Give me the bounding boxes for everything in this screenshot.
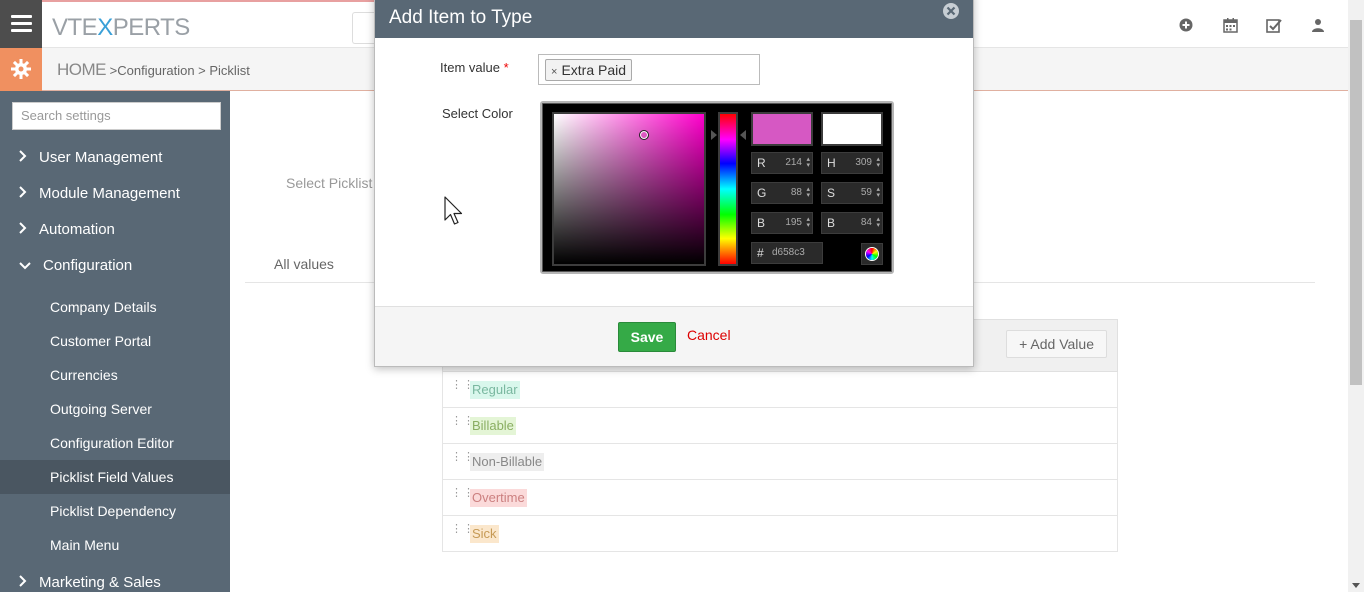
- table-row[interactable]: ⋮⋮ Billable: [442, 408, 1118, 444]
- color-picker: R 214 ▴ ▾ H 309 ▴ ▾ G 88 ▴ ▾ S 59 ▴ ▾ B 195 ▴ ▾ B 84 ▴ ▾ #…: [540, 101, 894, 274]
- sidebar-subitem-outgoing-server[interactable]: Outgoing Server: [0, 392, 230, 426]
- sidebar-item-module-management[interactable]: Module Management: [0, 177, 230, 211]
- calendar-icon[interactable]: [1222, 18, 1238, 34]
- table-row[interactable]: ⋮⋮ Sick: [442, 516, 1118, 552]
- breadcrumb-picklist[interactable]: Picklist: [209, 63, 249, 78]
- logo[interactable]: VTEXPERTS: [52, 14, 190, 42]
- sidebar-subitem-company-details[interactable]: Company Details: [0, 290, 230, 324]
- tag-remove-icon[interactable]: ×: [551, 66, 557, 78]
- chevron-down-icon: [19, 249, 31, 283]
- table-row[interactable]: ⋮⋮ Non-Billable: [442, 444, 1118, 480]
- tab-all-values[interactable]: All values: [274, 256, 334, 272]
- mouse-cursor-icon: [444, 196, 463, 225]
- chevron-right-icon: [19, 177, 27, 211]
- hamburger-line: [11, 22, 32, 25]
- chevron-right-icon: [19, 141, 27, 175]
- sidebar-subitem-customer-portal[interactable]: Customer Portal: [0, 324, 230, 358]
- scrollbar-thumb[interactable]: [1350, 20, 1362, 385]
- save-button[interactable]: Save: [618, 322, 676, 352]
- picklist-value-chip: Billable: [470, 417, 516, 435]
- picklist-value-chip: Sick: [470, 525, 499, 543]
- cancel-button[interactable]: Cancel: [687, 327, 731, 343]
- sidebar-item-configuration[interactable]: Configuration: [0, 249, 230, 283]
- hue-arrow-left-icon: [711, 130, 717, 140]
- new-color-swatch: [751, 112, 813, 146]
- hue-arrow-right-icon: [740, 130, 746, 140]
- settings-search-input[interactable]: Search settings: [12, 102, 221, 130]
- table-row[interactable]: ⋮⋮ Overtime: [442, 480, 1118, 516]
- red-field[interactable]: R 214 ▴ ▾: [751, 152, 813, 174]
- item-value-input[interactable]: × Extra Paid: [538, 54, 760, 85]
- plus-circle-icon[interactable]: [1178, 18, 1194, 34]
- hex-field[interactable]: # d658c3: [751, 242, 823, 264]
- check-square-icon[interactable]: [1266, 18, 1282, 34]
- breadcrumb-home[interactable]: HOME: [57, 60, 107, 79]
- breadcrumb: HOME >Configuration > Picklist: [57, 60, 250, 80]
- sidebar-item-marketing-sales[interactable]: Marketing & Sales: [0, 566, 230, 592]
- green-field[interactable]: G 88 ▴ ▾: [751, 182, 813, 204]
- hue-field[interactable]: H 309 ▴ ▾: [821, 152, 883, 174]
- drag-handle-icon[interactable]: ⋮⋮: [451, 524, 474, 541]
- top-accent-line: [42, 0, 382, 2]
- add-item-modal: Add Item to Type Item value * × Extra Pai…: [374, 0, 974, 367]
- required-mark: *: [503, 60, 509, 75]
- hue-slider[interactable]: [718, 112, 738, 266]
- drag-handle-icon[interactable]: ⋮⋮: [451, 452, 474, 469]
- sidebar-subitem-picklist-dependency[interactable]: Picklist Dependency: [0, 494, 230, 528]
- chevron-right-icon: [19, 213, 27, 247]
- modal-footer: Save Cancel: [375, 306, 973, 366]
- hamburger-line: [11, 15, 32, 18]
- drag-handle-icon[interactable]: ⋮⋮: [451, 488, 474, 505]
- picklist-value-chip: Non-Billable: [470, 453, 545, 471]
- close-icon[interactable]: [943, 3, 959, 23]
- table-row[interactable]: ⋮⋮ Regular: [442, 372, 1118, 408]
- blue-field[interactable]: B 195 ▴ ▾: [751, 212, 813, 234]
- brightness-field[interactable]: B 84 ▴ ▾: [821, 212, 883, 234]
- hamburger-line: [11, 29, 32, 32]
- sidebar-subitem-currencies[interactable]: Currencies: [0, 358, 230, 392]
- drag-handle-icon[interactable]: ⋮⋮: [451, 416, 474, 433]
- item-value-label: Item value *: [440, 60, 509, 75]
- breadcrumb-separator: >: [194, 63, 210, 78]
- settings-sidebar: Search settings User Management Module M…: [0, 91, 230, 592]
- modal-title: Add Item to Type: [389, 7, 533, 28]
- item-value-tag: × Extra Paid: [545, 59, 633, 81]
- add-value-button[interactable]: + Add Value: [1006, 330, 1107, 358]
- chevron-right-icon: [19, 566, 27, 592]
- modal-header: Add Item to Type: [375, 0, 973, 38]
- sidebar-subitem-picklist-field-values[interactable]: Picklist Field Values: [0, 460, 230, 494]
- color-selector-handle[interactable]: [639, 130, 649, 140]
- sidebar-item-user-management[interactable]: User Management: [0, 141, 230, 175]
- breadcrumb-separator: >: [106, 63, 118, 78]
- current-color-swatch[interactable]: [821, 112, 883, 146]
- select-picklist-label: Select Picklist: [286, 175, 373, 191]
- menu-toggle-button[interactable]: [0, 0, 42, 48]
- saturation-field[interactable]: S 59 ▴ ▾: [821, 182, 883, 204]
- color-wheel-icon[interactable]: [861, 243, 883, 265]
- page-scrollbar[interactable]: [1348, 0, 1364, 592]
- saturation-brightness-area[interactable]: [552, 112, 706, 266]
- picklist-value-chip: Regular: [470, 381, 520, 399]
- breadcrumb-configuration[interactable]: Configuration: [117, 63, 194, 78]
- select-color-label: Select Color: [442, 106, 513, 121]
- user-icon[interactable]: [1310, 18, 1326, 34]
- drag-handle-icon[interactable]: ⋮⋮: [451, 380, 474, 397]
- scroll-down-arrow-icon[interactable]: [1352, 583, 1360, 588]
- top-actions: [1178, 18, 1326, 34]
- sidebar-subitem-main-menu[interactable]: Main Menu: [0, 528, 230, 562]
- sidebar-item-automation[interactable]: Automation: [0, 213, 230, 247]
- sidebar-subitem-configuration-editor[interactable]: Configuration Editor: [0, 426, 230, 460]
- gear-icon[interactable]: [0, 48, 42, 91]
- picklist-value-chip: Overtime: [470, 489, 527, 507]
